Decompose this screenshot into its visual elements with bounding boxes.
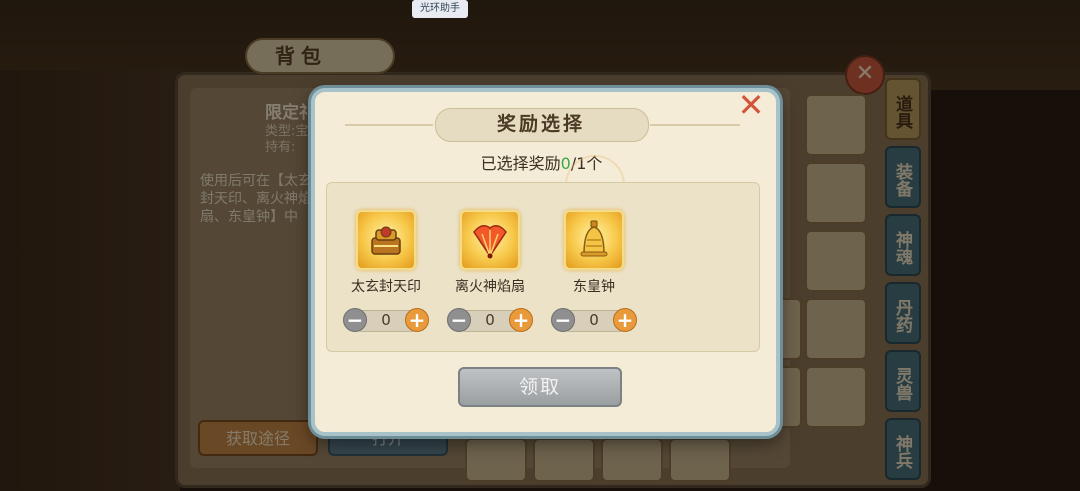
- selection-status: 已选择奖励0/1个: [311, 150, 772, 174]
- title-divider-left: [345, 124, 433, 126]
- plus-button[interactable]: +: [613, 308, 637, 332]
- selection-prefix: 已选择奖励: [480, 154, 561, 173]
- close-icon[interactable]: ✕: [736, 89, 766, 121]
- flame-fan-icon[interactable]: [460, 210, 520, 270]
- quantity-stepper: − 0 +: [343, 308, 429, 332]
- bell-icon[interactable]: [564, 210, 624, 270]
- reward-item: 离火神焰扇 − 0 +: [430, 210, 550, 332]
- minus-button[interactable]: −: [447, 308, 471, 332]
- reward-name: 东皇钟: [573, 279, 615, 295]
- seal-icon[interactable]: [356, 210, 416, 270]
- minus-button[interactable]: −: [343, 308, 367, 332]
- quantity-value: 0: [381, 311, 391, 329]
- quantity-stepper: − 0 +: [551, 308, 637, 332]
- quantity-value: 0: [589, 311, 599, 329]
- quantity-stepper: − 0 +: [447, 308, 533, 332]
- reward-item: 东皇钟 − 0 +: [534, 210, 654, 332]
- claim-button[interactable]: 领取: [458, 367, 622, 407]
- minus-button[interactable]: −: [551, 308, 575, 332]
- plus-button[interactable]: +: [405, 308, 429, 332]
- title-divider-right: [650, 124, 740, 126]
- assistant-toast[interactable]: 光环助手: [412, 0, 468, 18]
- reward-item: 太玄封天印 − 0 +: [326, 210, 446, 332]
- quantity-value: 0: [485, 311, 495, 329]
- reward-name: 太玄封天印: [351, 279, 421, 295]
- dialog-title: 奖励选择: [496, 113, 585, 135]
- plus-button[interactable]: +: [509, 308, 533, 332]
- reward-name: 离火神焰扇: [455, 279, 525, 295]
